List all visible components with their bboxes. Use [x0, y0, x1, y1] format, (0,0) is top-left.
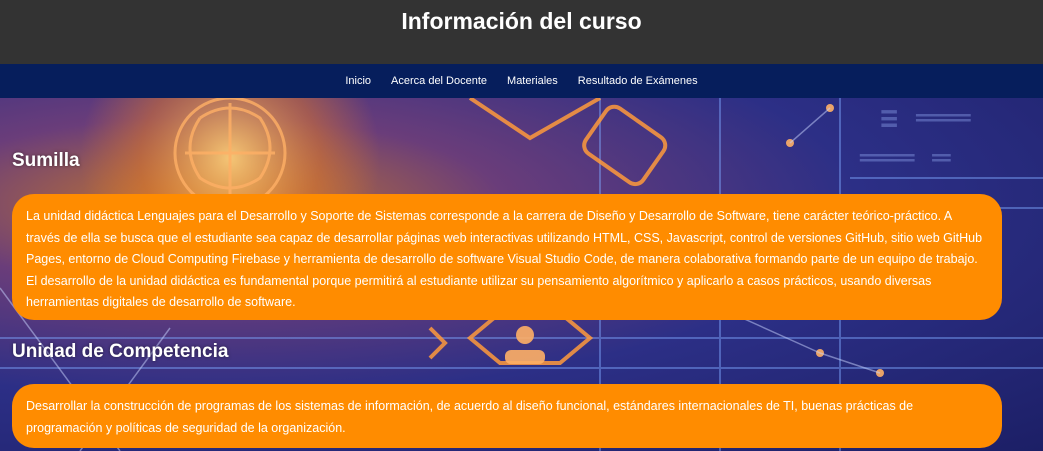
page-header: Información del curso: [0, 0, 1043, 64]
svg-text:≡ ═══: ≡ ═══: [880, 101, 971, 136]
nav-link-inicio[interactable]: Inicio: [345, 75, 371, 87]
main-content: ≡ ═══ ═══ ═ Sumilla La unidad didáctica …: [0, 98, 1043, 451]
sumilla-text: La unidad didáctica Lenguajes para el De…: [26, 209, 983, 309]
page-title: Información del curso: [401, 8, 642, 34]
navbar: Inicio Acerca del Docente Materiales Res…: [0, 64, 1043, 98]
competencia-text: Desarrollar la construcción de programas…: [26, 399, 914, 435]
nav-link-materiales[interactable]: Materiales: [507, 75, 558, 87]
nav-link-acerca-docente[interactable]: Acerca del Docente: [391, 75, 487, 87]
svg-text:═══ ═: ═══ ═: [859, 141, 951, 176]
nav-link-resultado-examenes[interactable]: Resultado de Exámenes: [578, 75, 698, 87]
sumilla-box: La unidad didáctica Lenguajes para el De…: [12, 194, 1002, 320]
competencia-heading: Unidad de Competencia: [12, 341, 229, 362]
sumilla-heading: Sumilla: [12, 150, 80, 171]
competencia-box: Desarrollar la construcción de programas…: [12, 384, 1002, 448]
